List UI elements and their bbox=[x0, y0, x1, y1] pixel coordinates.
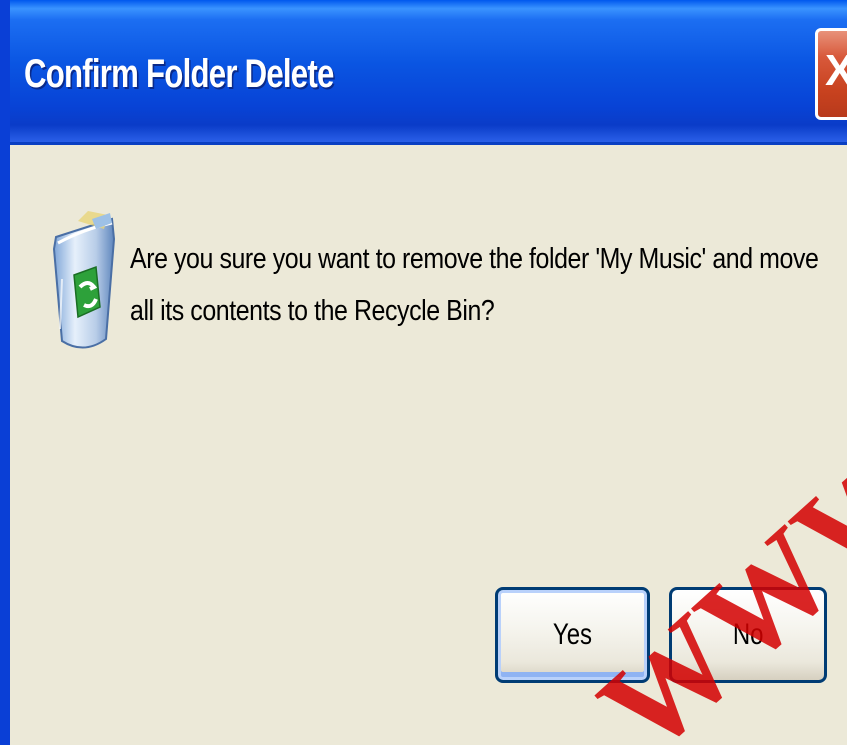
confirm-folder-delete-dialog: Confirm Folder Delete X Are you sure bbox=[0, 0, 847, 745]
close-button[interactable]: X bbox=[815, 28, 847, 120]
no-button[interactable]: No bbox=[669, 587, 827, 683]
yes-button[interactable]: Yes bbox=[495, 587, 650, 683]
confirmation-message: Are you sure you want to remove the fold… bbox=[130, 243, 819, 327]
window-title: Confirm Folder Delete bbox=[24, 52, 334, 96]
close-icon: X bbox=[825, 49, 847, 93]
no-button-label: No bbox=[732, 618, 764, 651]
recycle-bin-icon bbox=[52, 211, 116, 349]
title-bar[interactable]: Confirm Folder Delete X bbox=[10, 0, 847, 145]
dialog-body: Are you sure you want to remove the fold… bbox=[10, 145, 847, 745]
yes-button-label: Yes bbox=[552, 618, 593, 651]
